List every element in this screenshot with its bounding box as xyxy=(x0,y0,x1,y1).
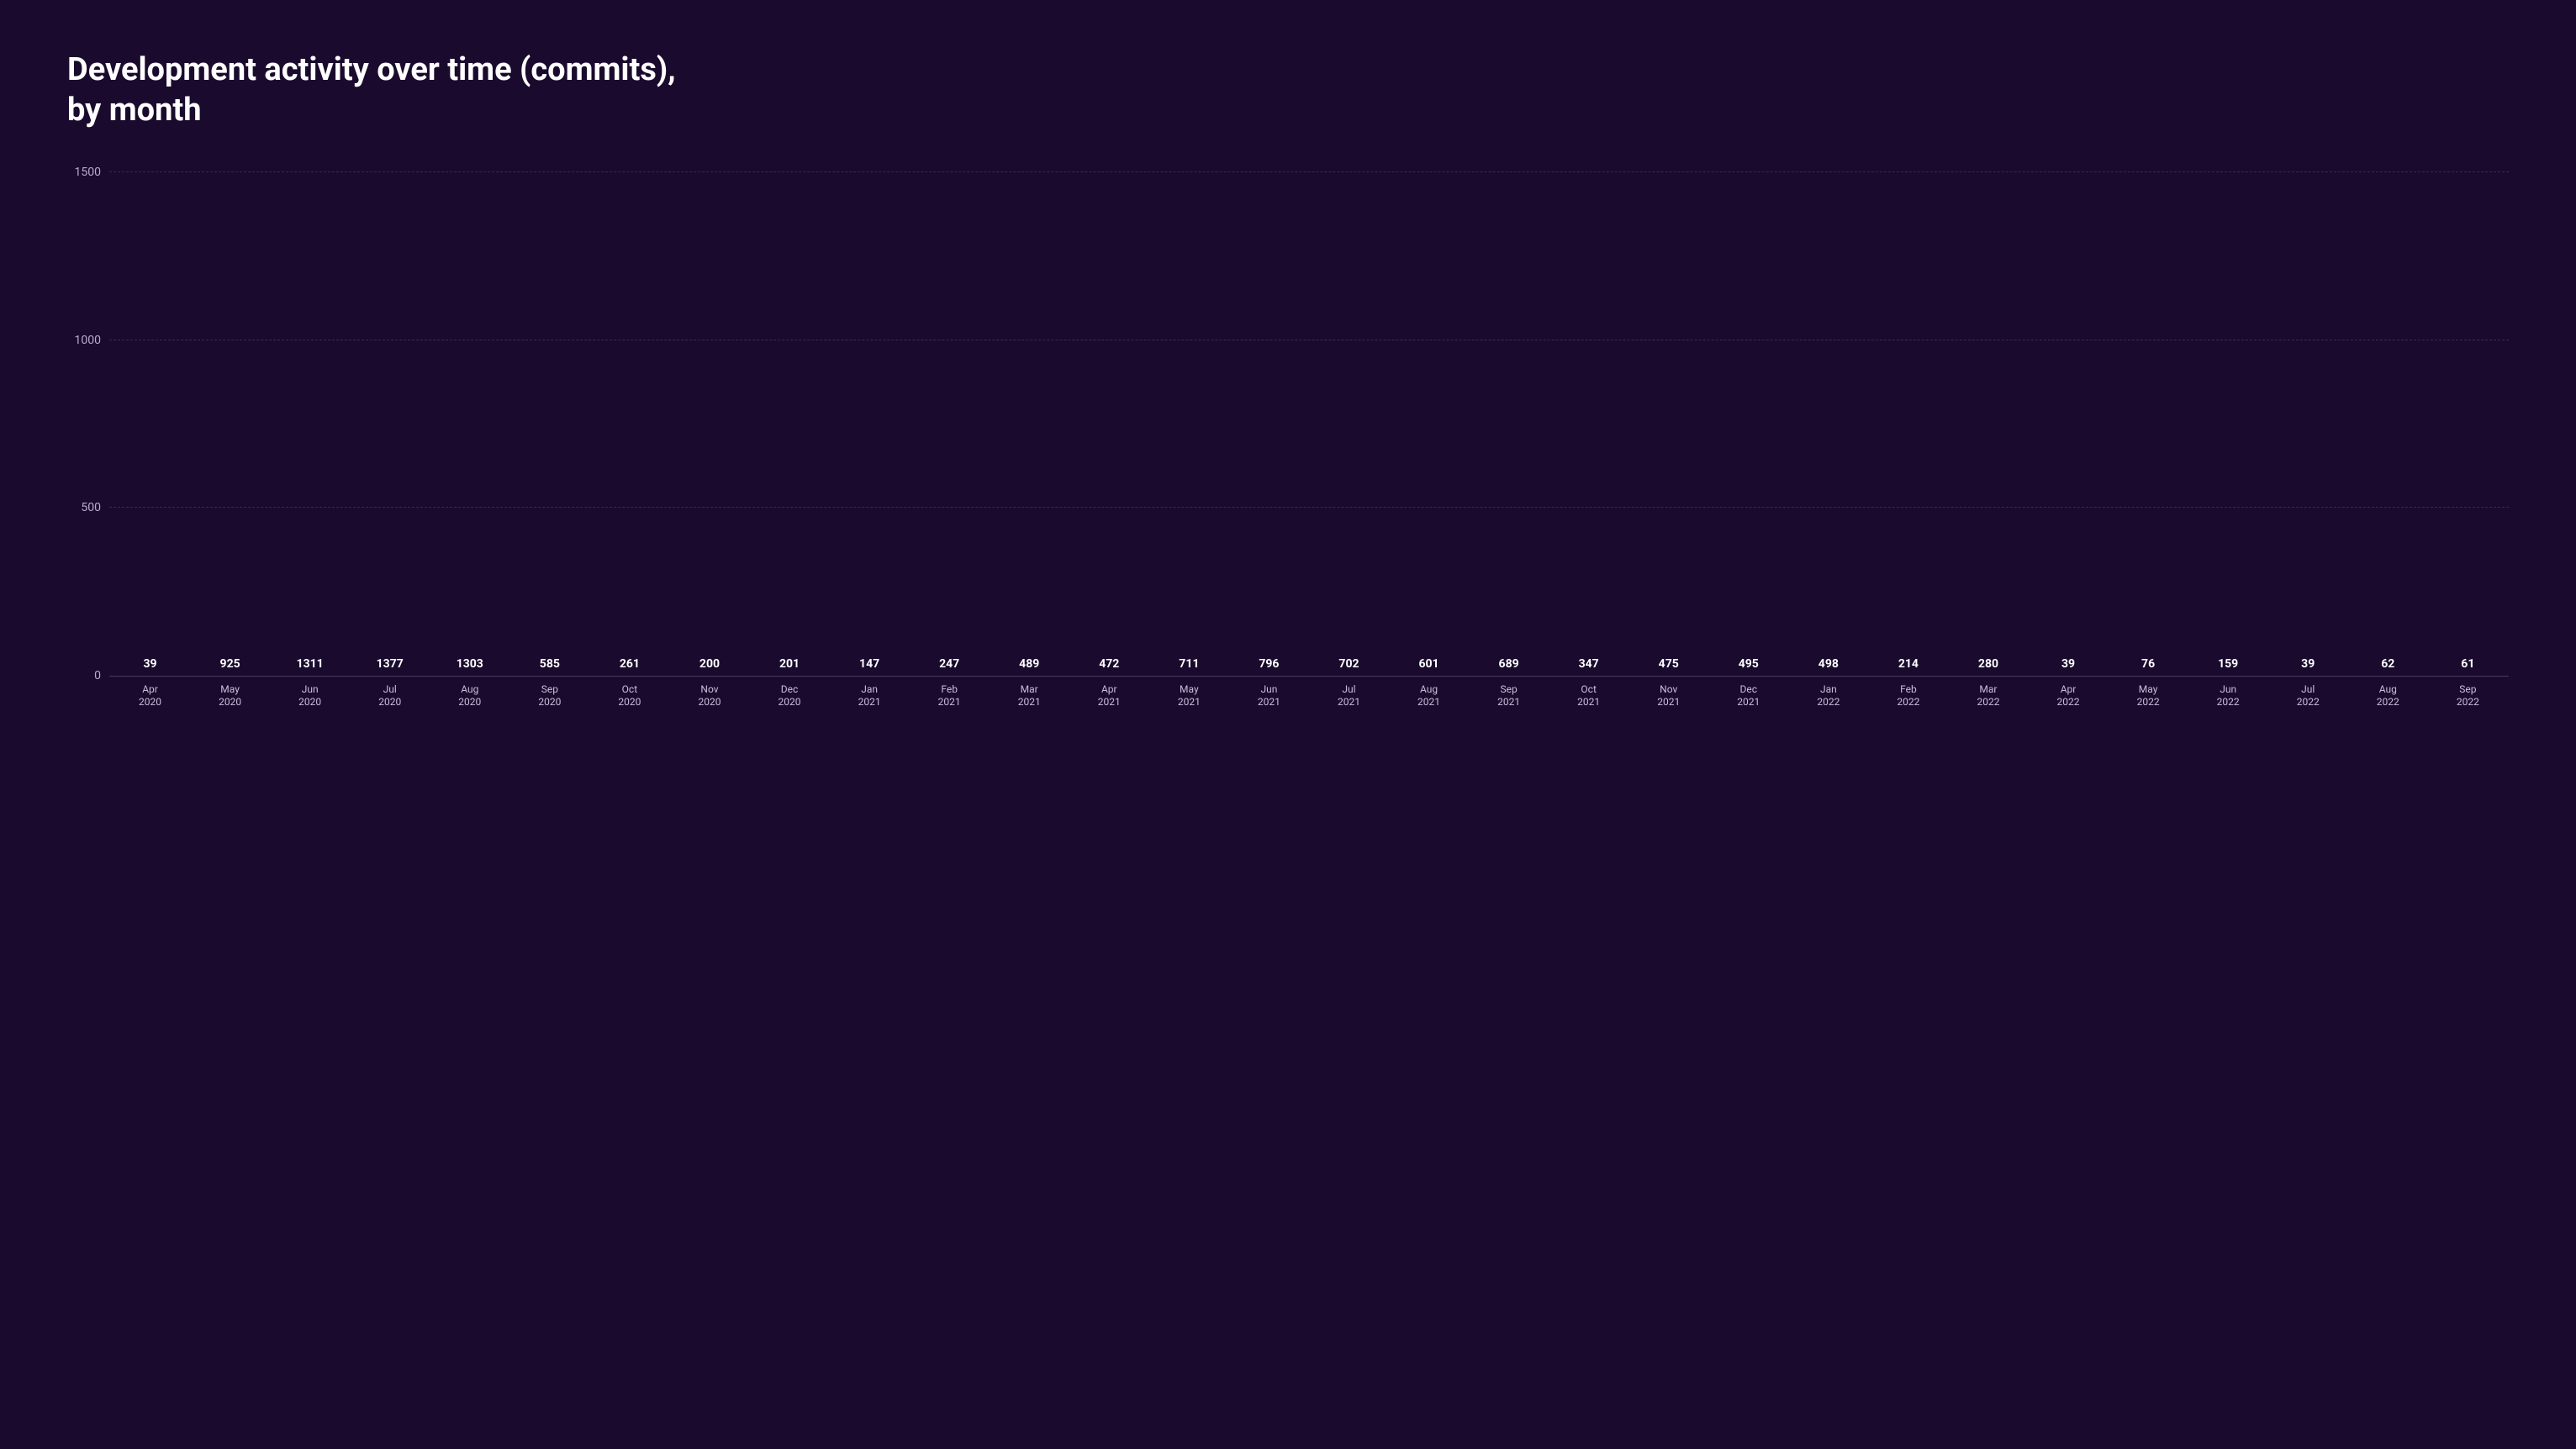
plot-area: 050010001500 399251311137713035852612002… xyxy=(109,172,2509,677)
x-tick-label: May2022 xyxy=(2111,683,2186,709)
bar-value-label: 261 xyxy=(620,657,640,671)
bar: 498 xyxy=(1791,657,1866,676)
bar-value-label: 495 xyxy=(1739,657,1759,671)
bar: 489 xyxy=(992,657,1067,676)
bar: 62 xyxy=(2351,657,2426,676)
x-axis: Apr2020May2020Jun2020Jul2020Aug2020Sep20… xyxy=(109,677,2509,709)
bar-value-label: 39 xyxy=(2301,657,2315,671)
bar: 261 xyxy=(592,657,667,676)
bar: 585 xyxy=(512,657,587,676)
bar-value-label: 159 xyxy=(2218,657,2238,671)
bar-value-label: 280 xyxy=(1978,657,1998,671)
bar-value-label: 489 xyxy=(1019,657,1039,671)
y-tick-label: 1000 xyxy=(75,334,101,347)
x-tick-label: Nov2020 xyxy=(672,683,747,709)
bar: 347 xyxy=(1551,657,1626,676)
bar-value-label: 61 xyxy=(2461,657,2474,671)
bar: 711 xyxy=(1152,657,1227,676)
x-tick-label: Jun2021 xyxy=(1232,683,1306,709)
bar: 796 xyxy=(1232,657,1306,676)
bar-value-label: 689 xyxy=(1499,657,1519,671)
bar: 472 xyxy=(1072,657,1147,676)
x-tick-label: Jul2021 xyxy=(1312,683,1386,709)
bar: 247 xyxy=(912,657,987,676)
bar: 39 xyxy=(2031,657,2106,676)
x-tick-label: May2021 xyxy=(1152,683,1227,709)
bar-value-label: 585 xyxy=(540,657,560,671)
x-tick-label: Sep2021 xyxy=(1471,683,1546,709)
bar: 159 xyxy=(2191,657,2266,676)
bar: 61 xyxy=(2431,657,2505,676)
x-tick-label: Nov2021 xyxy=(1631,683,1706,709)
bar: 495 xyxy=(1711,657,1786,676)
x-tick-label: Jun2020 xyxy=(272,683,347,709)
bar: 689 xyxy=(1471,657,1546,676)
x-tick-label: Jun2022 xyxy=(2191,683,2266,709)
bar: 214 xyxy=(1871,657,1945,676)
bar: 475 xyxy=(1631,657,1706,676)
x-tick-label: Jan2022 xyxy=(1791,683,1866,709)
bar-value-label: 711 xyxy=(1179,657,1199,671)
x-tick-label: Sep2020 xyxy=(512,683,587,709)
x-tick-label: Aug2022 xyxy=(2351,683,2426,709)
y-tick-label: 0 xyxy=(94,669,101,682)
x-tick-label: Dec2020 xyxy=(752,683,827,709)
bar: 702 xyxy=(1312,657,1386,676)
bar-value-label: 1303 xyxy=(457,657,483,671)
bar: 1377 xyxy=(352,657,427,676)
bar-value-label: 925 xyxy=(220,657,240,671)
bar: 201 xyxy=(752,657,827,676)
x-tick-label: May2020 xyxy=(193,683,267,709)
bar-value-label: 1377 xyxy=(377,657,404,671)
bar-value-label: 498 xyxy=(1819,657,1839,671)
x-tick-label: Apr2021 xyxy=(1072,683,1147,709)
bar-value-label: 147 xyxy=(859,657,879,671)
bar-value-label: 472 xyxy=(1099,657,1119,671)
bar-value-label: 200 xyxy=(699,657,720,671)
x-tick-label: Jan2021 xyxy=(832,683,907,709)
bar-value-label: 702 xyxy=(1338,657,1359,671)
bar-value-label: 475 xyxy=(1659,657,1679,671)
x-tick-label: Dec2021 xyxy=(1711,683,1786,709)
bar-value-label: 76 xyxy=(2141,657,2155,671)
bar: 601 xyxy=(1391,657,1466,676)
bar: 280 xyxy=(1950,657,2025,676)
chart-area: 050010001500 399251311137713035852612002… xyxy=(67,172,2509,709)
x-tick-label: Mar2021 xyxy=(992,683,1067,709)
bar: 76 xyxy=(2111,657,2186,676)
x-tick-label: Feb2022 xyxy=(1871,683,1945,709)
x-tick-label: Apr2020 xyxy=(113,683,187,709)
bar-value-label: 796 xyxy=(1259,657,1279,671)
bar-value-label: 62 xyxy=(2381,657,2394,671)
x-tick-label: Oct2020 xyxy=(592,683,667,709)
x-tick-label: Mar2022 xyxy=(1950,683,2025,709)
bar: 925 xyxy=(193,657,267,676)
bar-value-label: 247 xyxy=(939,657,959,671)
bar: 1303 xyxy=(432,657,507,676)
x-tick-label: Jul2022 xyxy=(2271,683,2346,709)
bar-value-label: 214 xyxy=(1898,657,1919,671)
bar-value-label: 201 xyxy=(779,657,800,671)
x-tick-label: Feb2021 xyxy=(912,683,987,709)
bar-value-label: 601 xyxy=(1418,657,1438,671)
bar-value-label: 347 xyxy=(1579,657,1599,671)
x-tick-label: Sep2022 xyxy=(2431,683,2505,709)
bar-value-label: 39 xyxy=(143,657,156,671)
bar: 200 xyxy=(672,657,747,676)
bar: 39 xyxy=(2271,657,2346,676)
bar-value-label: 39 xyxy=(2061,657,2075,671)
x-tick-label: Aug2021 xyxy=(1391,683,1466,709)
x-tick-label: Jul2020 xyxy=(352,683,427,709)
x-tick-label: Apr2022 xyxy=(2031,683,2106,709)
bar: 147 xyxy=(832,657,907,676)
x-tick-label: Oct2021 xyxy=(1551,683,1626,709)
bar-value-label: 1311 xyxy=(297,657,324,671)
y-tick-label: 1500 xyxy=(75,166,101,179)
y-tick-label: 500 xyxy=(81,501,101,514)
bar: 1311 xyxy=(272,657,347,676)
bars-container: 39 925 1311 1377 1303 585 261 200 201 147 247 489 47… xyxy=(109,172,2509,676)
x-tick-label: Aug2020 xyxy=(432,683,507,709)
bar: 39 xyxy=(113,657,187,676)
chart-title: Development activity over time (commits)… xyxy=(67,50,2509,130)
